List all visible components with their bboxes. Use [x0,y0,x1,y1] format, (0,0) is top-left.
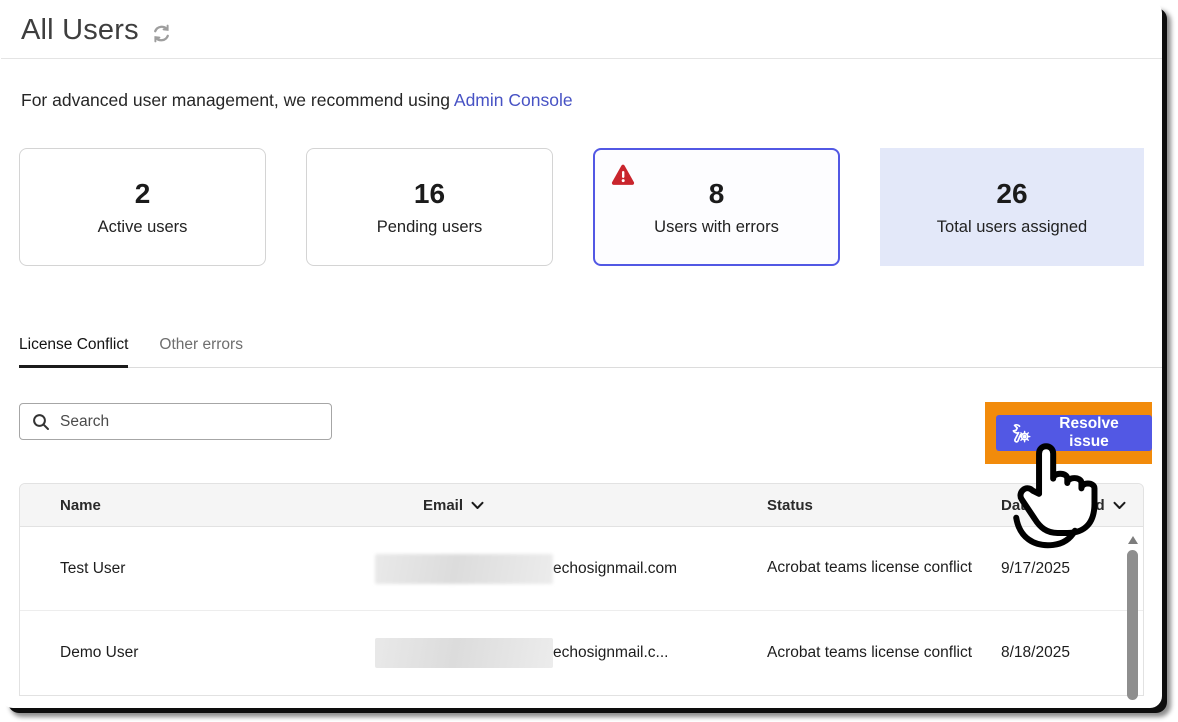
scroll-up-arrow-icon[interactable] [1128,536,1138,544]
active-users-label: Active users [98,218,188,237]
search-input[interactable] [60,413,319,431]
resolve-button-label: Resolve issue [1040,415,1138,451]
user-name: Demo User [20,644,383,662]
card-users-with-errors[interactable]: 8 Users with errors [593,148,840,266]
search-icon [32,413,50,431]
user-status: Acrobat teams license conflict [767,556,977,580]
error-tabs: License Conflict Other errors [1,336,1162,367]
header-divider [1,58,1162,59]
column-header-name[interactable]: Name [20,497,383,514]
redacted-email-block [375,638,553,668]
pending-users-label: Pending users [377,218,483,237]
card-pending-users[interactable]: 16 Pending users [306,148,553,266]
tabs-divider [19,367,1162,368]
app-window: All Users For advanced user management, … [1,1,1162,708]
user-name: Test User [20,560,383,578]
refresh-icon[interactable] [151,23,172,44]
admin-console-link[interactable]: Admin Console [454,90,573,110]
column-header-date-assigned[interactable]: Date Assigned [961,497,1143,514]
users-with-errors-count: 8 [709,178,725,210]
intro-text: For advanced user management, we recomme… [1,90,1162,111]
table-row[interactable]: Test User echosignmail.com Acrobat teams… [20,527,1143,611]
resolve-issue-button[interactable]: Resolve issue [996,415,1152,451]
page-title: All Users [21,14,139,47]
search-box[interactable] [19,403,332,440]
warning-icon [611,164,635,186]
total-users-count: 26 [996,178,1027,210]
column-header-status[interactable]: Status [727,497,961,514]
total-users-label: Total users assigned [937,218,1087,237]
users-with-errors-label: Users with errors [654,218,779,237]
annotation-highlight: Resolve issue [985,402,1152,464]
tab-other-errors[interactable]: Other errors [159,336,243,367]
pending-users-count: 16 [414,178,445,210]
email-visible-suffix: echosignmail.com [553,560,677,578]
user-email: echosignmail.c... [375,638,727,668]
redacted-email-block [375,554,553,584]
stats-cards: 2 Active users 16 Pending users 8 Users … [1,148,1162,266]
scrollbar-thumb[interactable] [1127,550,1138,700]
vertical-scrollbar[interactable] [1126,532,1139,708]
user-status: Acrobat teams license conflict [767,641,977,665]
date-assigned: 8/18/2025 [961,644,1143,662]
chevron-down-icon [471,501,484,510]
users-table: Name Email Status Date Assigned Test Use… [19,483,1144,696]
date-assigned: 9/17/2025 [961,560,1143,578]
table-body: Test User echosignmail.com Acrobat teams… [20,527,1143,695]
card-total-users-assigned[interactable]: 26 Total users assigned [880,148,1144,266]
tab-license-conflict[interactable]: License Conflict [19,336,128,367]
email-visible-suffix: echosignmail.c... [553,644,668,662]
chevron-down-icon [1113,501,1126,510]
page-header: All Users [1,1,1162,47]
active-users-count: 2 [135,178,151,210]
card-active-users[interactable]: 2 Active users [19,148,266,266]
column-header-email[interactable]: Email [383,497,727,514]
table-header-row: Name Email Status Date Assigned [20,484,1143,527]
intro-message: For advanced user management, we recomme… [21,90,450,110]
table-row[interactable]: Demo User echosignmail.c... Acrobat team… [20,611,1143,695]
user-email: echosignmail.com [375,554,727,584]
resolve-wrench-gear-icon [1010,422,1032,444]
